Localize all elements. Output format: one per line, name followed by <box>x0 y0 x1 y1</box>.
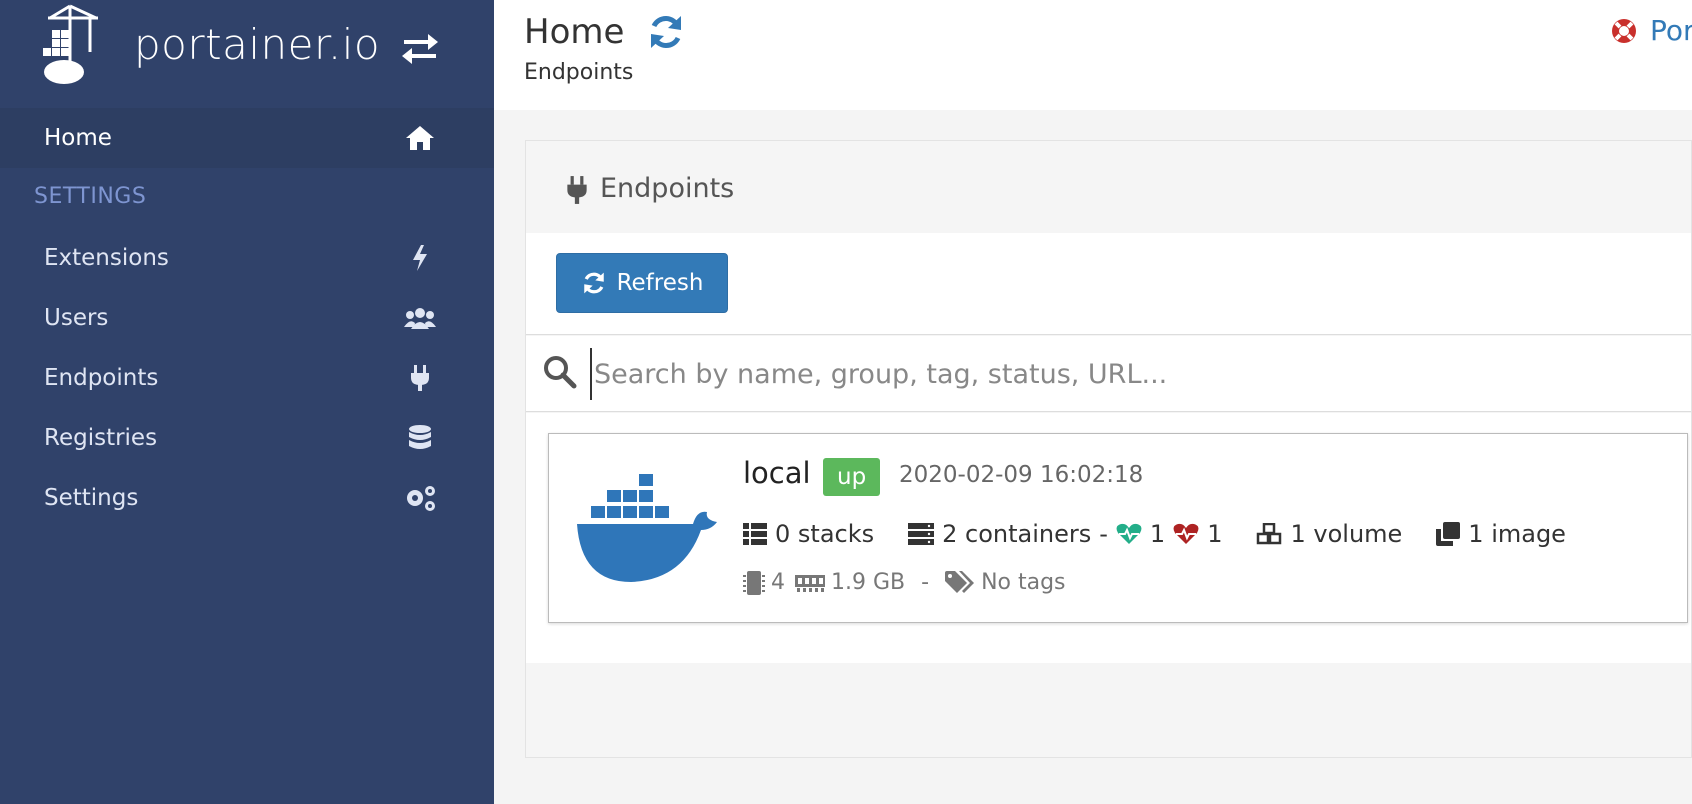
refresh-icon[interactable] <box>646 12 686 52</box>
panel-heading: Endpoints <box>526 141 1691 233</box>
brand-header: portainer.io <box>0 0 494 108</box>
breadcrumb: Endpoints <box>524 60 634 85</box>
stacks-stat: 0 stacks <box>743 520 874 548</box>
healthy-count: 1 <box>1149 520 1166 548</box>
search-input[interactable] <box>590 348 1670 400</box>
meta-separator: - <box>921 570 930 595</box>
docker-logo-icon <box>577 474 717 582</box>
stat-separator: - <box>1099 520 1108 548</box>
tags-label: No tags <box>981 570 1066 595</box>
cubes-icon <box>1257 523 1282 545</box>
portainer-logo[interactable]: portainer.io <box>40 2 380 88</box>
endpoint-stats: 0 stacks 2 containers - 1 1 1 volume 1 i… <box>743 520 1566 548</box>
endpoint-timestamp: 2020-02-09 16:02:18 <box>899 462 1144 488</box>
sidebar-item-settings[interactable]: Settings <box>0 468 494 528</box>
life-ring-icon <box>1612 18 1636 43</box>
plug-icon <box>402 360 438 396</box>
users-icon <box>402 300 438 336</box>
sidebar-item-endpoints[interactable]: Endpoints <box>0 348 494 408</box>
images-count: 1 image <box>1468 520 1566 548</box>
logo-text: portainer.io <box>134 20 381 69</box>
bolt-icon <box>402 240 438 276</box>
help-link-label: Por <box>1650 14 1692 47</box>
endpoint-meta: 4 1.9 GB - No tags <box>743 570 1066 595</box>
search-icon <box>544 356 577 389</box>
status-badge: up <box>823 458 881 496</box>
clone-icon <box>1436 522 1461 546</box>
sidebar-item-label: Home <box>44 125 112 151</box>
sidebar-item-label: Endpoints <box>44 365 159 391</box>
images-stat: 1 image <box>1436 520 1566 548</box>
sidebar-item-home[interactable]: Home <box>0 108 494 168</box>
cpu-count: 4 <box>771 570 785 595</box>
volumes-count: 1 volume <box>1290 520 1403 548</box>
sidebar-item-label: Users <box>44 305 109 331</box>
page-header: Home Endpoints Por <box>494 0 1692 110</box>
server-icon <box>908 523 935 545</box>
cpu-stat: 4 <box>743 570 785 595</box>
panel-title: Endpoints <box>600 173 735 204</box>
refresh-icon <box>583 272 604 294</box>
endpoint-item[interactable]: local up 2020-02-09 16:02:18 0 stacks 2 … <box>548 433 1688 623</box>
sidebar-item-registries[interactable]: Registries <box>0 408 494 468</box>
plug-icon <box>567 176 587 204</box>
refresh-button-label: Refresh <box>616 270 704 296</box>
toggle-sidebar-icon[interactable] <box>400 28 440 68</box>
microchip-icon <box>743 570 765 595</box>
sidebar-item-users[interactable]: Users <box>0 288 494 348</box>
th-list-icon <box>743 523 767 545</box>
memory-icon <box>795 574 825 592</box>
tags-icon <box>945 570 975 593</box>
cogs-icon <box>402 480 438 516</box>
sidebar-item-label: Extensions <box>44 245 169 271</box>
sidebar-item-label: Registries <box>44 425 158 451</box>
memory-stat: 1.9 GB <box>795 570 905 595</box>
database-icon <box>402 420 438 456</box>
heartbeat-healthy-icon <box>1116 523 1142 544</box>
sidebar-item-extensions[interactable]: Extensions <box>0 228 494 288</box>
stacks-count: 0 stacks <box>775 520 875 548</box>
containers-stat: 2 containers - 1 1 <box>908 520 1222 548</box>
endpoint-list: local up 2020-02-09 16:02:18 0 stacks 2 … <box>526 413 1691 663</box>
search-bar <box>526 336 1691 412</box>
settings-section-title: SETTINGS <box>34 184 147 209</box>
help-link[interactable]: Por <box>1610 14 1692 47</box>
sidebar: portainer.io Home SETTINGS Extensions Us… <box>0 0 494 804</box>
page-title: Home <box>524 12 625 52</box>
panel-toolbar: Refresh <box>526 233 1691 335</box>
memory-amount: 1.9 GB <box>831 570 906 595</box>
sidebar-item-label: Settings <box>44 485 139 511</box>
unhealthy-count: 1 <box>1207 520 1223 548</box>
containers-count: 2 containers <box>942 520 1092 548</box>
endpoints-panel: Endpoints Refresh local up 2020-02-09 16… <box>525 140 1692 758</box>
endpoint-name: local <box>743 456 811 490</box>
heartbeat-unhealthy-icon <box>1173 523 1199 544</box>
home-icon <box>402 120 438 156</box>
tags-stat: No tags <box>945 570 1066 595</box>
crane-logo-icon <box>43 4 98 84</box>
refresh-button[interactable]: Refresh <box>556 253 728 313</box>
volumes-stat: 1 volume <box>1256 520 1402 548</box>
